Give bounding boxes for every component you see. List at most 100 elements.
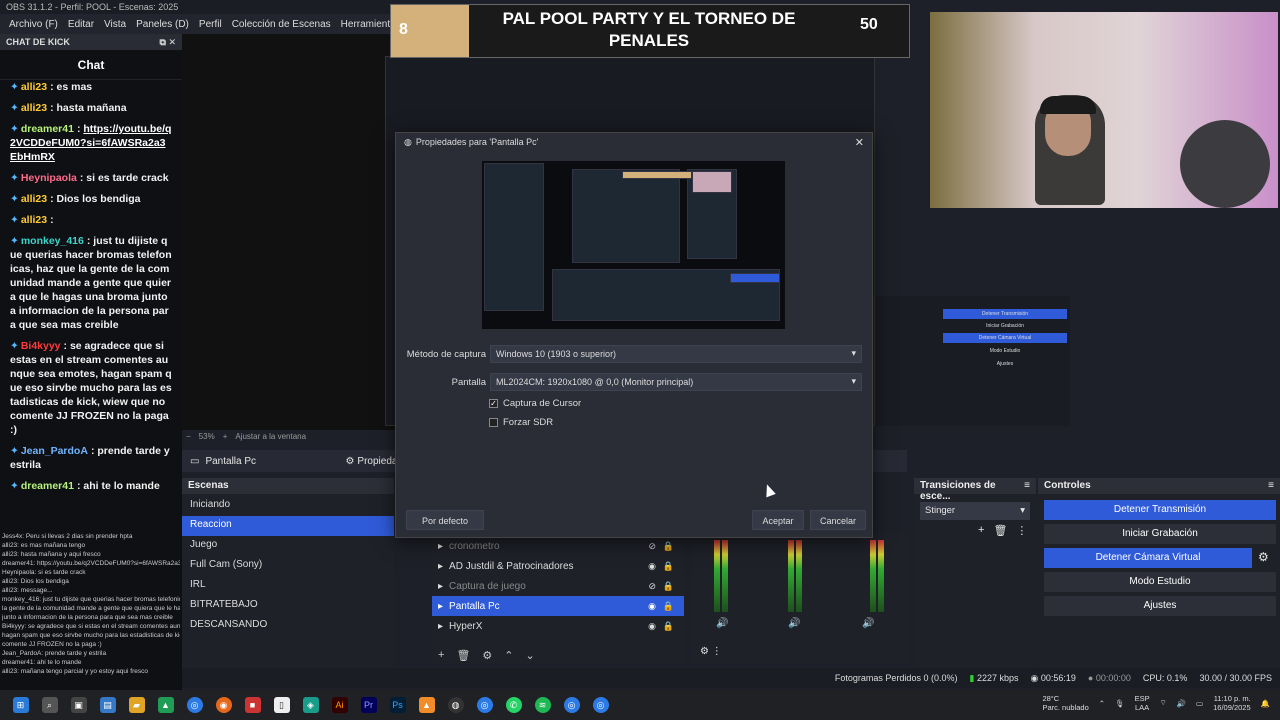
display-select[interactable]: ML2024CM: 1920x1080 @ 0,0 (Monitor princ… (490, 373, 862, 391)
vlc-icon[interactable]: ▲ (418, 697, 435, 713)
spotify-icon[interactable]: ≋ (534, 697, 551, 713)
search-icon[interactable]: ⌕ (41, 697, 58, 713)
close-icon[interactable]: ✕ (855, 136, 864, 149)
chat-username[interactable]: Jean_PardoA (21, 445, 88, 457)
menu-item[interactable]: Vista (99, 19, 131, 30)
transition-select[interactable]: Stinger ▾ (920, 502, 1030, 520)
eye-icon[interactable]: ⊘ (648, 541, 656, 552)
add-icon[interactable]: + (978, 524, 984, 537)
source-item[interactable]: ▸ HyperX ◉ 🔒 (432, 616, 684, 636)
speaker-icon[interactable]: 🔊 (862, 618, 874, 629)
chat-username[interactable]: alli23 (21, 81, 47, 93)
chat-username[interactable]: Heynipaola (21, 172, 77, 184)
language[interactable]: ESP LAA (1135, 694, 1150, 712)
chat-username[interactable]: dreamer41 (21, 480, 74, 492)
menu-item[interactable]: Editar (63, 19, 99, 30)
scene-item[interactable]: IRL (182, 576, 394, 596)
stop-virtual-camera-button[interactable]: Detener Cámara Virtual (1044, 548, 1252, 568)
chat-username[interactable]: dreamer41 (21, 123, 74, 135)
clock[interactable]: 11:10 p. m. 16/09/2025 (1213, 694, 1251, 712)
whatsapp-icon[interactable]: ✆ (505, 697, 522, 713)
eye-icon[interactable]: ⊘ (648, 581, 656, 592)
chat-username[interactable]: alli23 (21, 102, 47, 114)
task-view-icon[interactable]: ▣ (70, 697, 87, 713)
source-item[interactable]: ▸ Pantalla Pc ◉ 🔒 (432, 596, 684, 616)
source-item[interactable]: ▸ cronometro ⊘ 🔒 (432, 536, 684, 556)
mic-icon[interactable]: 🎙 (1115, 699, 1125, 708)
chevron-up-icon[interactable]: ⌃ (1099, 699, 1105, 708)
chrome-icon[interactable]: ◎ (563, 697, 580, 713)
firefox-icon[interactable]: ◉ (215, 697, 232, 713)
menu-item[interactable]: Colección de Escenas (227, 19, 336, 30)
speaker-icon[interactable]: 🔊 (716, 618, 728, 629)
chrome-icon[interactable]: ◎ (186, 697, 203, 713)
gear-icon[interactable]: ⚙ (1258, 550, 1269, 564)
lock-icon[interactable]: 🔒 (663, 621, 674, 632)
document-icon[interactable]: ▯ (273, 697, 290, 713)
windows-start-icon[interactable]: ⊞ (12, 697, 29, 713)
drive-icon[interactable]: ▲ (157, 697, 174, 713)
lock-icon[interactable]: 🔒 (663, 601, 674, 612)
checkbox-box[interactable]: ✓ (489, 399, 498, 408)
scene-item[interactable]: DESCANSANDO (182, 616, 394, 636)
dock-menu-icon[interactable]: ≡ (1024, 480, 1030, 492)
folder-icon[interactable]: ▰ (128, 697, 145, 713)
cancel-button[interactable]: Cancelar (810, 510, 866, 530)
scene-item[interactable]: Iniciando (182, 496, 394, 516)
mixer-settings-icon[interactable]: ⚙ ⋮ (700, 646, 722, 657)
menu-item[interactable]: Archivo (F) (4, 19, 63, 30)
eye-icon[interactable]: ◉ (648, 621, 656, 632)
more-icon[interactable]: ⋮ (1016, 524, 1027, 537)
wifi-icon[interactable]: ⌔ (1160, 698, 1167, 708)
ok-button[interactable]: Aceptar (752, 510, 804, 530)
trash-icon[interactable]: 🗑 (993, 524, 1007, 537)
force-sdr-checkbox[interactable]: Forzar SDR (489, 417, 553, 428)
capture-method-select[interactable]: Windows 10 (1903 o superior) ▾ (490, 345, 862, 363)
chat-username[interactable]: alli23 (21, 193, 47, 205)
start-recording-button[interactable]: Iniciar Grabación (1044, 524, 1276, 544)
premiere-icon[interactable]: Pr (360, 697, 377, 713)
illustrator-icon[interactable]: Ai (331, 697, 348, 713)
stop-stream-button[interactable]: Detener Transmisión (1044, 500, 1276, 520)
add-icon[interactable]: + (438, 649, 444, 662)
obs-icon[interactable]: ◍ (447, 697, 464, 713)
app-red-icon[interactable]: ■ (244, 697, 261, 713)
up-icon[interactable]: ⌃ (504, 649, 513, 662)
battery-icon[interactable]: ▭ (1196, 699, 1203, 708)
lock-icon[interactable]: 🔒 (663, 561, 674, 572)
chat-username[interactable]: Bi4kyyy (21, 340, 61, 352)
source-item[interactable]: ▸ Captura de juego ⊘ 🔒 (432, 576, 684, 596)
chrome-icon[interactable]: ◎ (476, 697, 493, 713)
gear-icon[interactable]: ⚙ (345, 456, 354, 467)
zoom-fit[interactable]: Ajustar a la ventana (235, 432, 306, 444)
settings-button[interactable]: Ajustes (1044, 596, 1276, 616)
scene-item[interactable]: Reaccion (182, 516, 394, 536)
chrome-icon[interactable]: ◎ (592, 697, 609, 713)
weather[interactable]: 28°C Parc. nublado (1042, 694, 1088, 712)
defaults-button[interactable]: Por defecto (406, 510, 484, 530)
zoom-in-icon[interactable]: + (223, 432, 228, 444)
trash-icon[interactable]: 🗑 (456, 649, 470, 662)
app-teal-icon[interactable]: ◈ (302, 697, 319, 713)
menu-item[interactable]: Perfil (194, 19, 227, 30)
chat-username[interactable]: monkey_416 (21, 235, 84, 247)
dock-menu-icon[interactable]: ≡ (1268, 480, 1274, 492)
gear-icon[interactable]: ⚙ (482, 649, 492, 662)
volume-icon[interactable]: 🔊 (1177, 699, 1186, 708)
photoshop-icon[interactable]: Ps (389, 697, 406, 713)
studio-mode-button[interactable]: Modo Estudio (1044, 572, 1276, 592)
capture-cursor-checkbox[interactable]: ✓ Captura de Cursor (489, 398, 581, 409)
scene-item[interactable]: BITRATEBAJO (182, 596, 394, 616)
down-icon[interactable]: ⌄ (526, 649, 535, 662)
speaker-icon[interactable]: 🔊 (788, 618, 800, 629)
dock-controls[interactable]: ⧉ ✕ (160, 37, 176, 48)
source-item[interactable]: ▸ AD Justdil & Patrocinadores ◉ 🔒 (432, 556, 684, 576)
menu-item[interactable]: Paneles (D) (131, 19, 194, 30)
scene-item[interactable]: Juego (182, 536, 394, 556)
zoom-out-icon[interactable]: − (186, 432, 191, 444)
app-icon[interactable]: ▤ (99, 697, 116, 713)
notification-icon[interactable]: 🔔 (1261, 699, 1270, 708)
eye-icon[interactable]: ◉ (648, 601, 656, 612)
chat-username[interactable]: alli23 (21, 214, 47, 226)
scene-item[interactable]: Full Cam (Sony) (182, 556, 394, 576)
